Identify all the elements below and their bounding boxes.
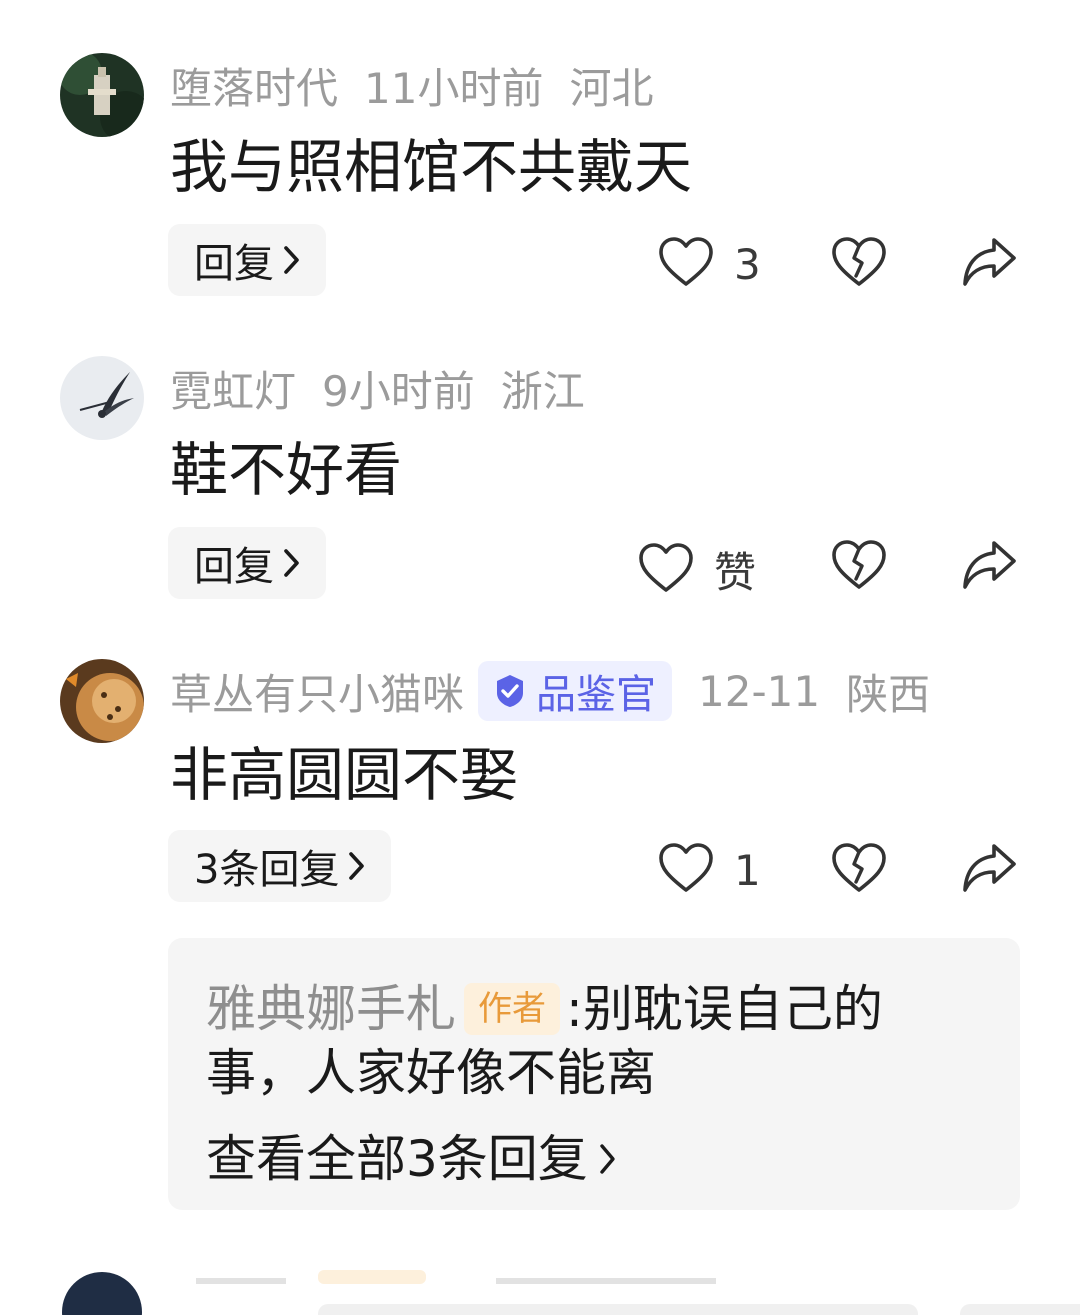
heart-outline-icon — [638, 542, 694, 598]
share-button[interactable] — [960, 842, 1018, 898]
next-comment-peek — [0, 1268, 1080, 1315]
comment-text: 非高圆圆不娶 — [170, 741, 519, 809]
comment-location: 河北 — [569, 63, 654, 113]
avatar[interactable] — [60, 356, 144, 440]
share-arrow-icon — [960, 236, 1018, 292]
heart-outline-icon — [658, 236, 714, 292]
reply-button[interactable]: 3条回复 — [168, 830, 392, 902]
comment-meta: 草丛有只小猫咪 品鉴官 12-11 陕西 — [170, 661, 930, 721]
dislike-button[interactable] — [831, 236, 887, 292]
share-arrow-icon — [960, 539, 1018, 595]
reply-label: 回复 — [194, 544, 274, 590]
share-arrow-icon — [960, 842, 1018, 898]
avatar[interactable] — [60, 659, 144, 743]
username[interactable]: 草丛有只小猫咪 — [170, 661, 464, 722]
username[interactable]: 堕落时代 — [170, 55, 338, 116]
comment-location: 浙江 — [500, 366, 585, 416]
broken-heart-icon — [831, 236, 887, 292]
heart-outline-icon — [658, 842, 714, 898]
chevron-right-icon — [598, 1142, 618, 1176]
sub-reply-box[interactable]: 雅典娜手札 作者:别耽误自己的 事，人家好像不能离 查看全部3条回复 — [168, 938, 1020, 1210]
sub-reply-line-1: 雅典娜手札 作者:别耽误自己的 — [206, 974, 883, 1044]
dislike-button[interactable] — [831, 842, 887, 898]
comment-text: 鞋不好看 — [170, 436, 403, 504]
comment-time: 9小时前 — [322, 366, 475, 416]
like-button[interactable]: 1 — [658, 842, 761, 898]
badge-peek — [318, 1270, 426, 1284]
share-button[interactable] — [960, 539, 1018, 595]
verified-check-icon — [497, 675, 524, 707]
sub-reply-line-2: 事，人家好像不能离 — [206, 1044, 656, 1102]
avatar — [62, 1272, 142, 1315]
meta-text-peek — [196, 1278, 286, 1284]
view-all-label: 查看全部3条回复 — [206, 1130, 588, 1188]
avatar[interactable] — [60, 53, 144, 137]
comment-location: 陕西 — [846, 669, 931, 719]
chevron-right-icon — [282, 547, 302, 579]
broken-heart-icon — [831, 539, 887, 595]
reviewer-badge[interactable]: 品鉴官 — [478, 661, 673, 721]
author-tag: 作者 — [464, 982, 560, 1035]
bottom-input-peek — [960, 1304, 1080, 1315]
like-button[interactable]: 3 — [658, 236, 761, 292]
comment-text: 我与照相馆不共戴天 — [170, 133, 693, 201]
share-button[interactable] — [960, 236, 1018, 292]
like-button[interactable]: 赞 — [638, 539, 756, 600]
badge-label: 品鉴官 — [536, 672, 657, 718]
chevron-right-icon — [347, 850, 367, 882]
reply-label: 3条回复 — [194, 847, 340, 893]
comment-meta: 霓虹灯 9小时前 浙江 — [170, 358, 585, 418]
sub-reply-author[interactable]: 雅典娜手札 — [206, 980, 456, 1038]
meta-text-peek — [496, 1278, 716, 1284]
bottom-input-peek — [318, 1304, 918, 1315]
chevron-right-icon — [282, 244, 302, 276]
reply-label: 回复 — [194, 241, 274, 287]
comment-time: 11小时前 — [364, 63, 544, 113]
sub-reply-text: :别耽误自己的 — [566, 980, 883, 1038]
like-count: 3 — [734, 239, 761, 289]
reply-button[interactable]: 回复 — [168, 224, 326, 296]
view-all-replies-link[interactable]: 查看全部3条回复 — [206, 1124, 618, 1194]
reply-button[interactable]: 回复 — [168, 527, 326, 599]
comment-meta: 堕落时代 11小时前 河北 — [170, 55, 653, 115]
comment-time: 12-11 — [698, 666, 821, 716]
dislike-button[interactable] — [831, 539, 887, 595]
username[interactable]: 霓虹灯 — [170, 358, 296, 419]
like-count: 赞 — [714, 548, 757, 597]
like-count: 1 — [734, 845, 761, 895]
broken-heart-icon — [831, 842, 887, 898]
